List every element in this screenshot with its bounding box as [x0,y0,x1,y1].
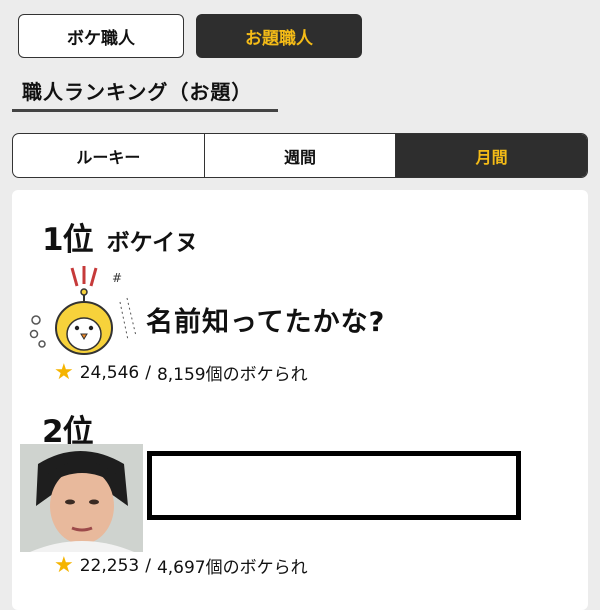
rank-number: 1位 [42,222,94,258]
tab-monthly[interactable]: 月間 [395,134,587,177]
star-icon: ★ [54,359,74,385]
stats-separator: / [145,362,151,383]
period-tabs: ルーキー 週間 月間 [12,133,588,178]
photo-image[interactable] [20,444,143,552]
boke-count: 8,159個のボケられ [156,365,308,385]
star-count: 24,546 [79,362,140,383]
tab-rookie[interactable]: ルーキー [13,134,204,177]
svg-text:#: # [112,271,122,285]
stats-separator: / [145,555,151,576]
odai-text[interactable]: 名前知ってたかな? [146,300,385,339]
tab-boke-shokunin[interactable]: ボケ職人 [18,14,184,58]
odai-text-box[interactable] [147,451,521,520]
tab-weekly[interactable]: 週間 [203,134,396,177]
ranking-item-1-stats: ★ 24,546 / 8,159個のボケられ [54,360,308,385]
star-icon: ★ [54,552,74,578]
ranking-item-1-header: 1位 ボケイヌ [42,214,198,259]
sticker-image[interactable]: # [28,262,144,358]
star-count: 22,253 [79,555,140,576]
top-tabs: ボケ職人 お題職人 [18,14,362,58]
tab-odai-shokunin[interactable]: お題職人 [196,14,362,58]
section-title: 職人ランキング（お題） [12,76,278,112]
boke-count: 4,697個のボケられ [156,558,308,578]
ranking-item-2-stats: ★ 22,253 / 4,697個のボケられ [54,553,308,578]
user-name[interactable]: ボケイヌ [107,223,199,257]
